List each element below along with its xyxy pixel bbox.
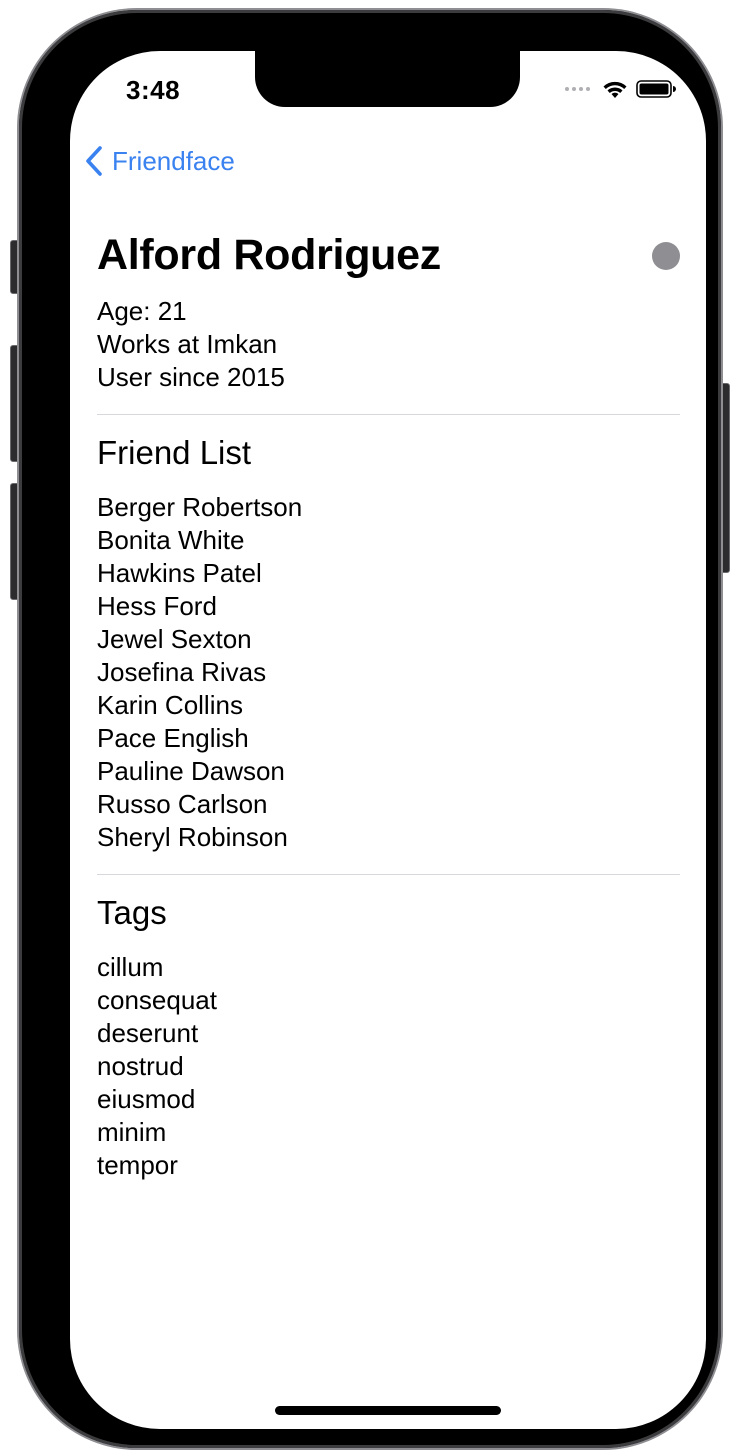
- tag-item: tempor: [97, 1150, 178, 1180]
- friend-item: Hess Ford: [97, 591, 217, 621]
- friend-item: Pauline Dawson: [97, 756, 285, 786]
- tag-item: consequat: [97, 985, 217, 1015]
- user-detail: Alford Rodriguez Age: 21 Works at Imkan …: [97, 227, 680, 1182]
- notch: [255, 51, 520, 107]
- tag-item: minim: [97, 1117, 167, 1147]
- friend-item: Sheryl Robinson: [97, 822, 288, 852]
- device-frame: 3:48 Friendface Alford Rodriguez Age: 21…: [19, 10, 721, 1448]
- header-row: Alford Rodriguez: [97, 227, 680, 283]
- user-name: Alford Rodriguez: [97, 231, 441, 279]
- friend-item: Bonita White: [97, 525, 245, 555]
- user-info: Age: 21 Works at Imkan User since 2015: [97, 295, 680, 394]
- tags-title: Tags: [97, 894, 167, 931]
- friend-item: Jewel Sexton: [97, 624, 252, 654]
- back-button-label: Friendface: [112, 145, 235, 176]
- back-button[interactable]: Friendface: [84, 145, 235, 177]
- user-age: Age: 21: [97, 296, 187, 326]
- user-since: User since 2015: [97, 362, 285, 392]
- tag-item: deserunt: [97, 1018, 199, 1048]
- wifi-icon: [603, 81, 627, 98]
- friend-item: Russo Carlson: [97, 789, 268, 819]
- tag-item: cillum: [97, 952, 164, 982]
- friend-item: Berger Robertson: [97, 492, 303, 522]
- chevron-left-icon: [86, 146, 102, 176]
- battery-icon: [636, 80, 676, 98]
- divider: [97, 414, 680, 415]
- status-icons: [565, 79, 676, 99]
- status-time: 3:48: [126, 75, 181, 105]
- home-indicator[interactable]: [275, 1406, 501, 1415]
- user-company: Works at Imkan: [97, 329, 278, 359]
- tag-item: eiusmod: [97, 1084, 196, 1114]
- friend-item: Hawkins Patel: [97, 558, 262, 588]
- cellular-signal-icon: [565, 87, 590, 91]
- friend-list: Berger Robertson Bonita White Hawkins Pa…: [97, 491, 680, 854]
- tag-item: nostrud: [97, 1051, 184, 1081]
- divider: [97, 874, 680, 875]
- friend-item: Pace English: [97, 723, 249, 753]
- screen: 3:48 Friendface Alford Rodriguez Age: 21…: [70, 51, 706, 1429]
- active-status-indicator: [652, 242, 680, 270]
- friend-item: Karin Collins: [97, 690, 243, 720]
- friend-item: Josefina Rivas: [97, 657, 267, 687]
- friend-list-title: Friend List: [97, 434, 252, 471]
- tag-list: cillum consequat deserunt nostrud eiusmo…: [97, 951, 680, 1182]
- power-button: [720, 383, 730, 573]
